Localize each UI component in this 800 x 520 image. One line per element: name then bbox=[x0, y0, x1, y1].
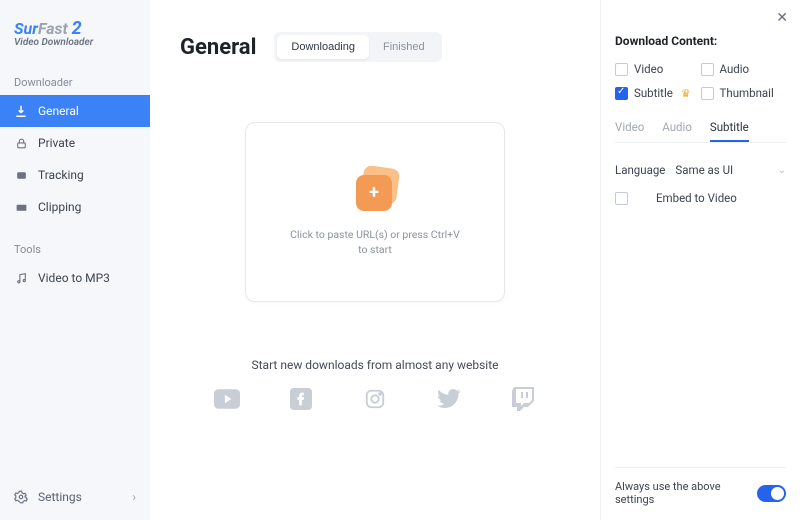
url-dropzone[interactable]: + Click to paste URL(s) or press Ctrl+V … bbox=[245, 122, 505, 302]
settings-button[interactable]: Settings › bbox=[0, 478, 150, 520]
tracking-icon bbox=[14, 168, 28, 182]
lock-icon bbox=[14, 136, 28, 150]
promo-section: Start new downloads from almost any webs… bbox=[180, 358, 570, 412]
sidebar-section-tools: Tools bbox=[0, 237, 150, 262]
checkbox-thumbnail[interactable]: Thumbnail bbox=[701, 86, 787, 100]
always-use-label: Always use the above settings bbox=[615, 480, 757, 506]
language-value: Same as UI bbox=[675, 163, 733, 177]
paste-icon: + bbox=[352, 167, 398, 213]
tab-video[interactable]: Video bbox=[615, 120, 644, 142]
chevron-right-icon: › bbox=[132, 490, 136, 504]
checkbox-embed[interactable]: Embed to Video bbox=[615, 191, 737, 205]
tab-subtitle[interactable]: Subtitle bbox=[710, 120, 749, 142]
sidebar-item-label: Video to MP3 bbox=[38, 271, 110, 285]
music-icon bbox=[14, 271, 28, 285]
language-label: Language bbox=[615, 163, 665, 177]
sidebar: SurFast 2 Video Downloader Downloader Ge… bbox=[0, 0, 150, 520]
sidebar-section-downloader: Downloader bbox=[0, 70, 150, 95]
checkbox-audio[interactable]: Audio bbox=[701, 62, 787, 76]
promo-title: Start new downloads from almost any webs… bbox=[180, 358, 570, 372]
twitter-icon[interactable] bbox=[436, 386, 462, 412]
tab-finished[interactable]: Finished bbox=[369, 35, 439, 59]
download-icon bbox=[14, 104, 28, 118]
download-content-panel: ✕ Download Content: Video Audio Subtitle… bbox=[600, 0, 800, 520]
clipping-icon bbox=[14, 200, 28, 214]
content-tabs: Video Audio Subtitle bbox=[615, 120, 786, 143]
close-icon[interactable]: ✕ bbox=[776, 10, 788, 26]
gear-icon bbox=[14, 490, 28, 504]
tab-downloading[interactable]: Downloading bbox=[277, 35, 369, 59]
sidebar-item-clipping[interactable]: Clipping bbox=[0, 191, 150, 223]
settings-label: Settings bbox=[38, 490, 82, 504]
facebook-icon[interactable] bbox=[288, 386, 314, 412]
always-use-toggle[interactable] bbox=[757, 485, 786, 502]
panel-title: Download Content: bbox=[615, 34, 786, 48]
twitch-icon[interactable] bbox=[510, 386, 536, 412]
sidebar-item-label: Clipping bbox=[38, 200, 81, 214]
instagram-icon[interactable] bbox=[362, 386, 388, 412]
youtube-icon[interactable] bbox=[214, 386, 240, 412]
sidebar-item-private[interactable]: Private bbox=[0, 127, 150, 159]
chevron-down-icon: ⌄ bbox=[778, 165, 786, 176]
sidebar-item-video-to-mp3[interactable]: Video to MP3 bbox=[0, 262, 150, 294]
checkbox-video[interactable]: Video bbox=[615, 62, 701, 76]
sidebar-item-label: General bbox=[38, 104, 79, 118]
download-state-tabs: Downloading Finished bbox=[274, 32, 441, 62]
main-area: General Downloading Finished + Click to … bbox=[150, 0, 600, 520]
sidebar-item-label: Private bbox=[38, 136, 75, 150]
crown-icon: ♛ bbox=[681, 87, 691, 100]
checkbox-subtitle[interactable]: Subtitle♛ bbox=[615, 86, 701, 100]
sidebar-item-general[interactable]: General bbox=[0, 95, 150, 127]
app-subtitle: Video Downloader bbox=[14, 37, 136, 48]
app-logo: SurFast 2 Video Downloader bbox=[0, 18, 150, 70]
language-select[interactable]: Same as UI ⌄ bbox=[675, 163, 786, 177]
sidebar-item-tracking[interactable]: Tracking bbox=[0, 159, 150, 191]
dropzone-hint: Click to paste URL(s) or press Ctrl+V to… bbox=[290, 227, 460, 257]
tab-audio[interactable]: Audio bbox=[662, 120, 692, 142]
page-title: General bbox=[180, 35, 256, 60]
sidebar-item-label: Tracking bbox=[38, 168, 84, 182]
